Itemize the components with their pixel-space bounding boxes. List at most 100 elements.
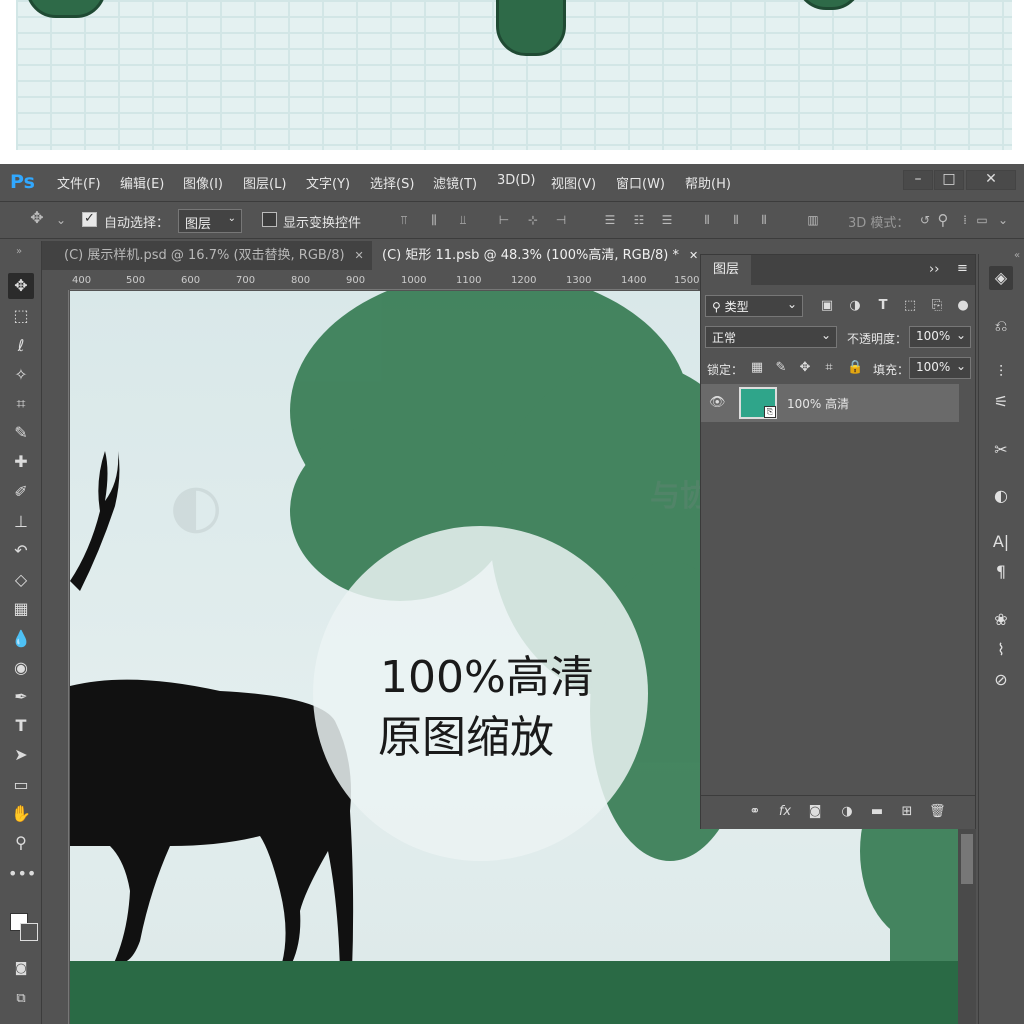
history-icon[interactable]: ⎌: [989, 314, 1013, 338]
clone-stamp-icon[interactable]: ⊥: [8, 509, 34, 535]
layers-icon[interactable]: ◈: [989, 266, 1013, 290]
zoom-tool-icon[interactable]: ⚲: [8, 830, 34, 856]
close-button[interactable]: ✕: [966, 170, 1016, 190]
lock-position-icon[interactable]: ✥: [797, 360, 813, 376]
distribute-vcenter-icon[interactable]: ☷: [632, 213, 646, 227]
lock-pixels-icon[interactable]: ✎: [773, 360, 789, 376]
lock-artboard-icon[interactable]: ⌗: [821, 360, 837, 376]
filter-type-icon[interactable]: T: [875, 298, 891, 314]
background-color-swatch[interactable]: [20, 923, 38, 941]
quick-mask-icon[interactable]: ◙: [8, 956, 34, 982]
filter-shape-icon[interactable]: ⬚: [902, 298, 918, 314]
healing-brush-icon[interactable]: ✚: [8, 449, 34, 475]
dodge-tool-icon[interactable]: ◉: [8, 655, 34, 681]
3d-rotate-icon[interactable]: ↺: [918, 213, 932, 227]
lock-all-icon[interactable]: 🔒: [847, 360, 863, 376]
menu-edit[interactable]: 编辑(E): [120, 173, 164, 192]
move-tool-icon[interactable]: ✥: [8, 273, 34, 299]
workspace-icon[interactable]: ▭: [975, 213, 989, 227]
maximize-button[interactable]: □: [934, 170, 964, 190]
pen-tool-icon[interactable]: ✒: [8, 684, 34, 710]
auto-select-target-select[interactable]: 图层 ⌄: [178, 209, 242, 233]
blur-tool-icon[interactable]: 💧: [8, 626, 34, 652]
adjustment-layer-icon[interactable]: ◑: [839, 804, 855, 820]
eraser-tool-icon[interactable]: ◇: [8, 567, 34, 593]
panel-collapse-icon[interactable]: »: [6, 239, 32, 265]
panel-collapse-icon[interactable]: «: [1005, 244, 1024, 268]
menu-view[interactable]: 视图(V): [551, 173, 596, 192]
scrollbar-thumb[interactable]: [961, 834, 973, 884]
vertical-scrollbar[interactable]: [958, 829, 976, 1024]
gradient-tool-icon[interactable]: ▦: [8, 596, 34, 622]
trash-icon[interactable]: 🗑: [929, 804, 946, 820]
tab-rectangle[interactable]: (C) 矩形 11.psb @ 48.3% (100%高清, RGB/8) * ✕: [372, 241, 709, 270]
path-selection-icon[interactable]: ➤: [8, 742, 34, 768]
glyphs-icon[interactable]: ⊘: [989, 668, 1013, 692]
tab-mockup[interactable]: (C) 展示样机.psd @ 16.7% (双击替换, RGB/8) ✕: [54, 241, 374, 270]
menu-help[interactable]: 帮助(H): [685, 173, 731, 192]
collapse-icon[interactable]: ››: [929, 262, 939, 277]
minimize-button[interactable]: –: [903, 170, 933, 190]
eyedropper-icon[interactable]: ✎: [8, 420, 34, 446]
menu-file[interactable]: 文件(F): [57, 173, 101, 192]
more-tools-icon[interactable]: •••: [8, 861, 36, 887]
lasso-tool-icon[interactable]: ℓ: [8, 333, 34, 359]
panel-menu-icon[interactable]: ≡: [957, 261, 968, 276]
chevron-down-icon[interactable]: ⌄: [54, 213, 68, 227]
color-icon[interactable]: ◐: [989, 484, 1013, 508]
fx-icon[interactable]: fx: [777, 804, 793, 820]
filter-smart-object-icon[interactable]: ⎘: [929, 298, 945, 314]
layer-name[interactable]: 100% 高清: [787, 395, 849, 412]
filter-pixel-icon[interactable]: ▣: [819, 298, 835, 314]
new-layer-icon[interactable]: ⊞: [899, 804, 915, 820]
history-brush-icon[interactable]: ↶: [8, 538, 34, 564]
auto-align-icon[interactable]: ▥: [806, 213, 820, 227]
distribute-right-icon[interactable]: ⦀: [757, 213, 771, 227]
align-top-icon[interactable]: ⫪: [397, 213, 411, 227]
filter-toggle-icon[interactable]: ●: [955, 298, 971, 314]
align-hcenter-icon[interactable]: ⊹: [526, 213, 540, 227]
fill-field[interactable]: 100% ⌄: [909, 357, 971, 379]
tab-layers[interactable]: 图层: [701, 255, 751, 285]
distribute-hcenter-icon[interactable]: ⦀: [729, 213, 743, 227]
close-icon[interactable]: ✕: [689, 249, 698, 262]
rectangle-tool-icon[interactable]: ▭: [8, 772, 34, 798]
move-tool-icon[interactable]: ✥: [30, 210, 44, 226]
menu-filter[interactable]: 滤镜(T): [433, 173, 477, 192]
add-mask-icon[interactable]: ◙: [807, 804, 823, 820]
menu-layer[interactable]: 图层(L): [243, 173, 286, 192]
channels-icon[interactable]: ❀: [989, 608, 1013, 632]
filter-kind-select[interactable]: ⚲ 类型 ⌄: [705, 295, 803, 317]
character-icon[interactable]: A|: [989, 530, 1013, 554]
menu-window[interactable]: 窗口(W): [616, 173, 665, 192]
brush-tool-icon[interactable]: ✐: [8, 479, 34, 505]
menu-3d[interactable]: 3D(D): [497, 173, 535, 188]
menu-select[interactable]: 选择(S): [370, 173, 414, 192]
link-layers-icon[interactable]: ⚭: [747, 804, 763, 820]
distribute-bottom-icon[interactable]: ☰: [660, 213, 674, 227]
adjustments-icon[interactable]: ⫶: [989, 360, 1013, 384]
menu-image[interactable]: 图像(I): [183, 173, 223, 192]
tool-presets-icon[interactable]: ✂: [989, 438, 1013, 462]
search-icon[interactable]: ⚲: [936, 213, 950, 228]
align-left-icon[interactable]: ⊢: [497, 213, 511, 227]
filter-adjustment-icon[interactable]: ◑: [847, 298, 863, 314]
marquee-tool-icon[interactable]: ⬚: [8, 303, 34, 329]
align-bottom-icon[interactable]: ⫫: [456, 213, 470, 227]
auto-select-checkbox[interactable]: [82, 211, 97, 227]
close-icon[interactable]: ✕: [355, 249, 364, 262]
menu-type[interactable]: 文字(Y): [306, 173, 350, 192]
type-tool-icon[interactable]: T: [8, 713, 34, 739]
chevron-down-icon[interactable]: ⌄: [996, 213, 1010, 227]
distribute-left-icon[interactable]: ⦀: [700, 213, 714, 227]
paths-icon[interactable]: ⌇: [989, 638, 1013, 662]
align-right-icon[interactable]: ⊣: [554, 213, 568, 227]
lock-transparent-icon[interactable]: ▦: [749, 360, 765, 376]
opacity-field[interactable]: 100% ⌄: [909, 326, 971, 348]
align-vcenter-icon[interactable]: ⫼: [427, 213, 441, 227]
hand-tool-icon[interactable]: ✋: [8, 801, 34, 827]
show-transform-checkbox[interactable]: [262, 212, 277, 227]
crop-tool-icon[interactable]: ⌗: [8, 391, 34, 417]
screen-mode-icon[interactable]: ⧉: [8, 986, 34, 1012]
blend-mode-select[interactable]: 正常 ⌄: [705, 326, 837, 348]
